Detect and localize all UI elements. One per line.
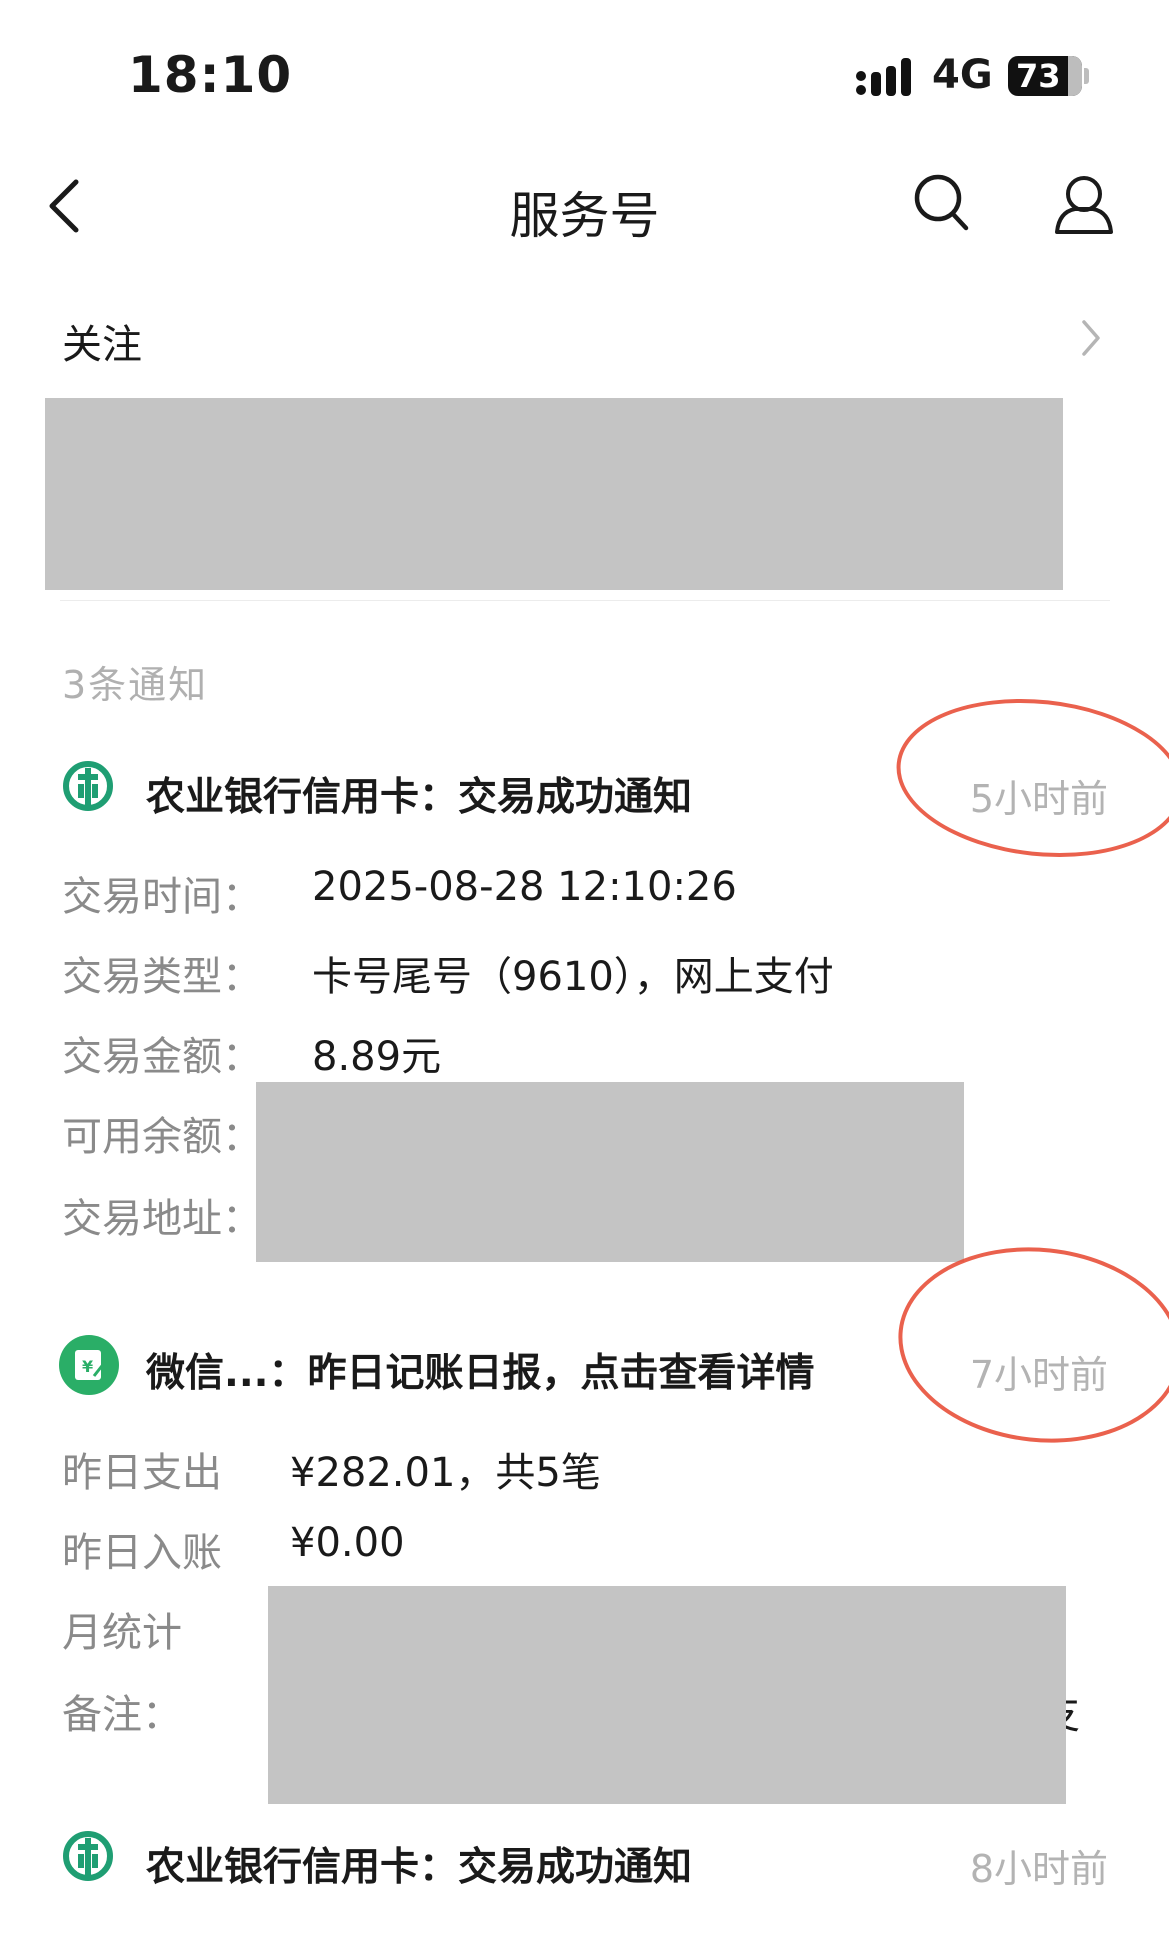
followed-accounts-redacted	[45, 398, 1063, 590]
field-value: ¥0.00	[290, 1520, 405, 1566]
battery-icon: 73	[1008, 56, 1082, 96]
annotation-circle	[888, 685, 1169, 871]
field-label: 交易类型：	[62, 954, 262, 1000]
battery-cap	[1084, 68, 1089, 84]
search-icon[interactable]	[912, 172, 972, 234]
battery-level: 73	[1016, 57, 1061, 95]
field-label: 交易金额：	[62, 1034, 262, 1080]
field-value: ¥282.01，共5笔	[290, 1450, 601, 1496]
field-label: 昨日入账	[62, 1530, 222, 1576]
wechat-ledger-icon: ¥	[59, 1335, 119, 1395]
field-label: 可用余额：	[62, 1114, 262, 1160]
field-value: 2025-08-28 12:10:26	[312, 864, 737, 910]
field-label: 备注：	[62, 1692, 182, 1738]
chevron-right-icon[interactable]	[1080, 318, 1102, 358]
network-type: 4G	[932, 52, 993, 98]
field-label: 月统计	[62, 1610, 182, 1656]
signal-icon	[856, 58, 911, 96]
notification-time: 8小时前	[969, 1847, 1108, 1891]
redacted-monthly-notes	[268, 1586, 1066, 1804]
field-value: 卡号尾号（9610），网上支付	[312, 954, 834, 1000]
page-title: 服务号	[509, 187, 660, 245]
redacted-balance-address	[256, 1082, 964, 1262]
svg-text:¥: ¥	[82, 1357, 93, 1376]
notification-title[interactable]: 农业银行信用卡：交易成功通知	[146, 1836, 692, 1892]
abc-bank-icon	[63, 1831, 113, 1881]
annotation-circle	[888, 1233, 1169, 1457]
field-value: 8.89元	[312, 1034, 442, 1080]
follow-label[interactable]: 关注	[62, 312, 142, 370]
notification-count: 3条通知	[62, 663, 209, 707]
divider	[60, 600, 1110, 601]
abc-bank-icon	[63, 761, 113, 811]
field-label: 昨日支出	[62, 1450, 222, 1496]
profile-icon[interactable]	[1053, 174, 1115, 236]
status-time: 18:10	[128, 46, 293, 104]
field-label: 交易地址：	[62, 1196, 262, 1242]
notification-title[interactable]: 微信...：昨日记账日报，点击查看详情	[146, 1342, 814, 1398]
field-label: 交易时间：	[62, 874, 262, 920]
notification-title[interactable]: 农业银行信用卡：交易成功通知	[146, 766, 692, 822]
